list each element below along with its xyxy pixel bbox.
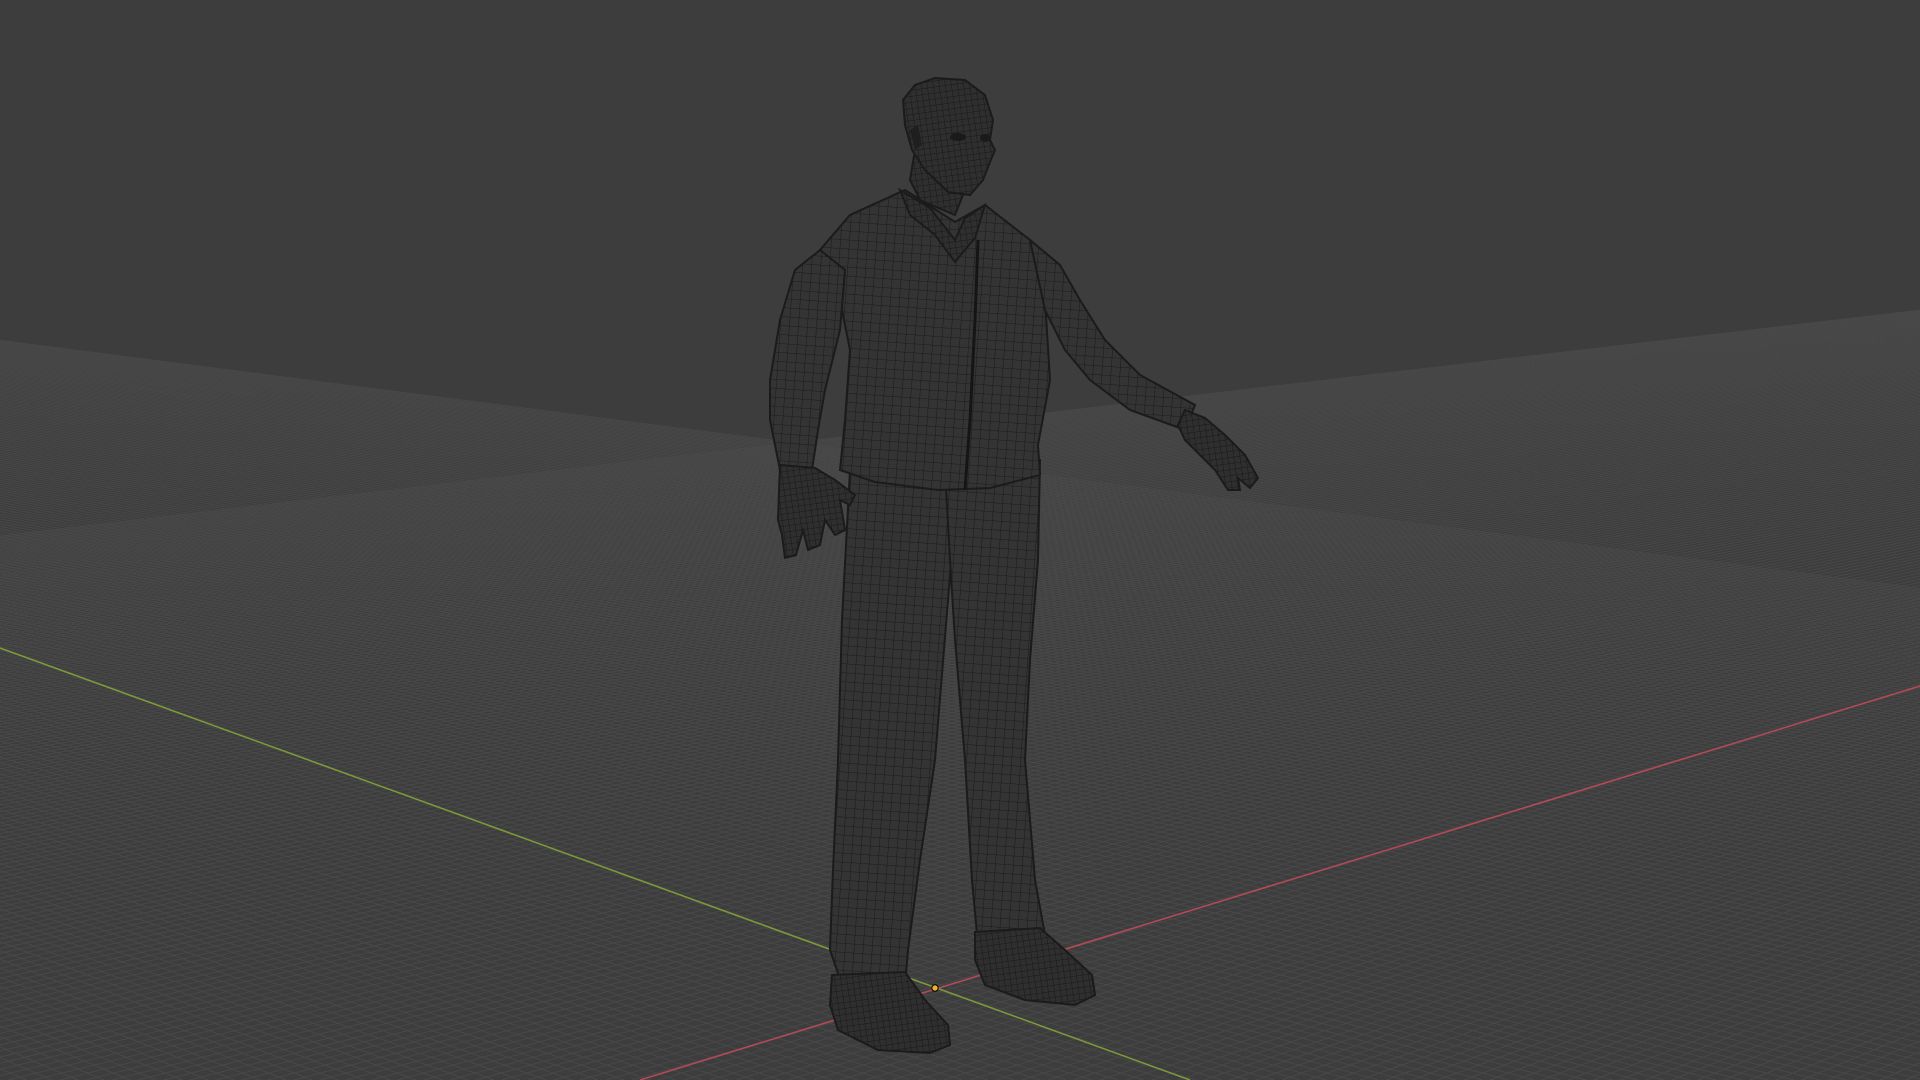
eye-left-shadow <box>950 133 966 141</box>
eye-right-shadow <box>980 134 990 142</box>
viewport-canvas[interactable] <box>0 0 1920 1080</box>
origin-point-icon[interactable] <box>931 984 939 992</box>
3d-viewport[interactable] <box>0 0 1920 1080</box>
